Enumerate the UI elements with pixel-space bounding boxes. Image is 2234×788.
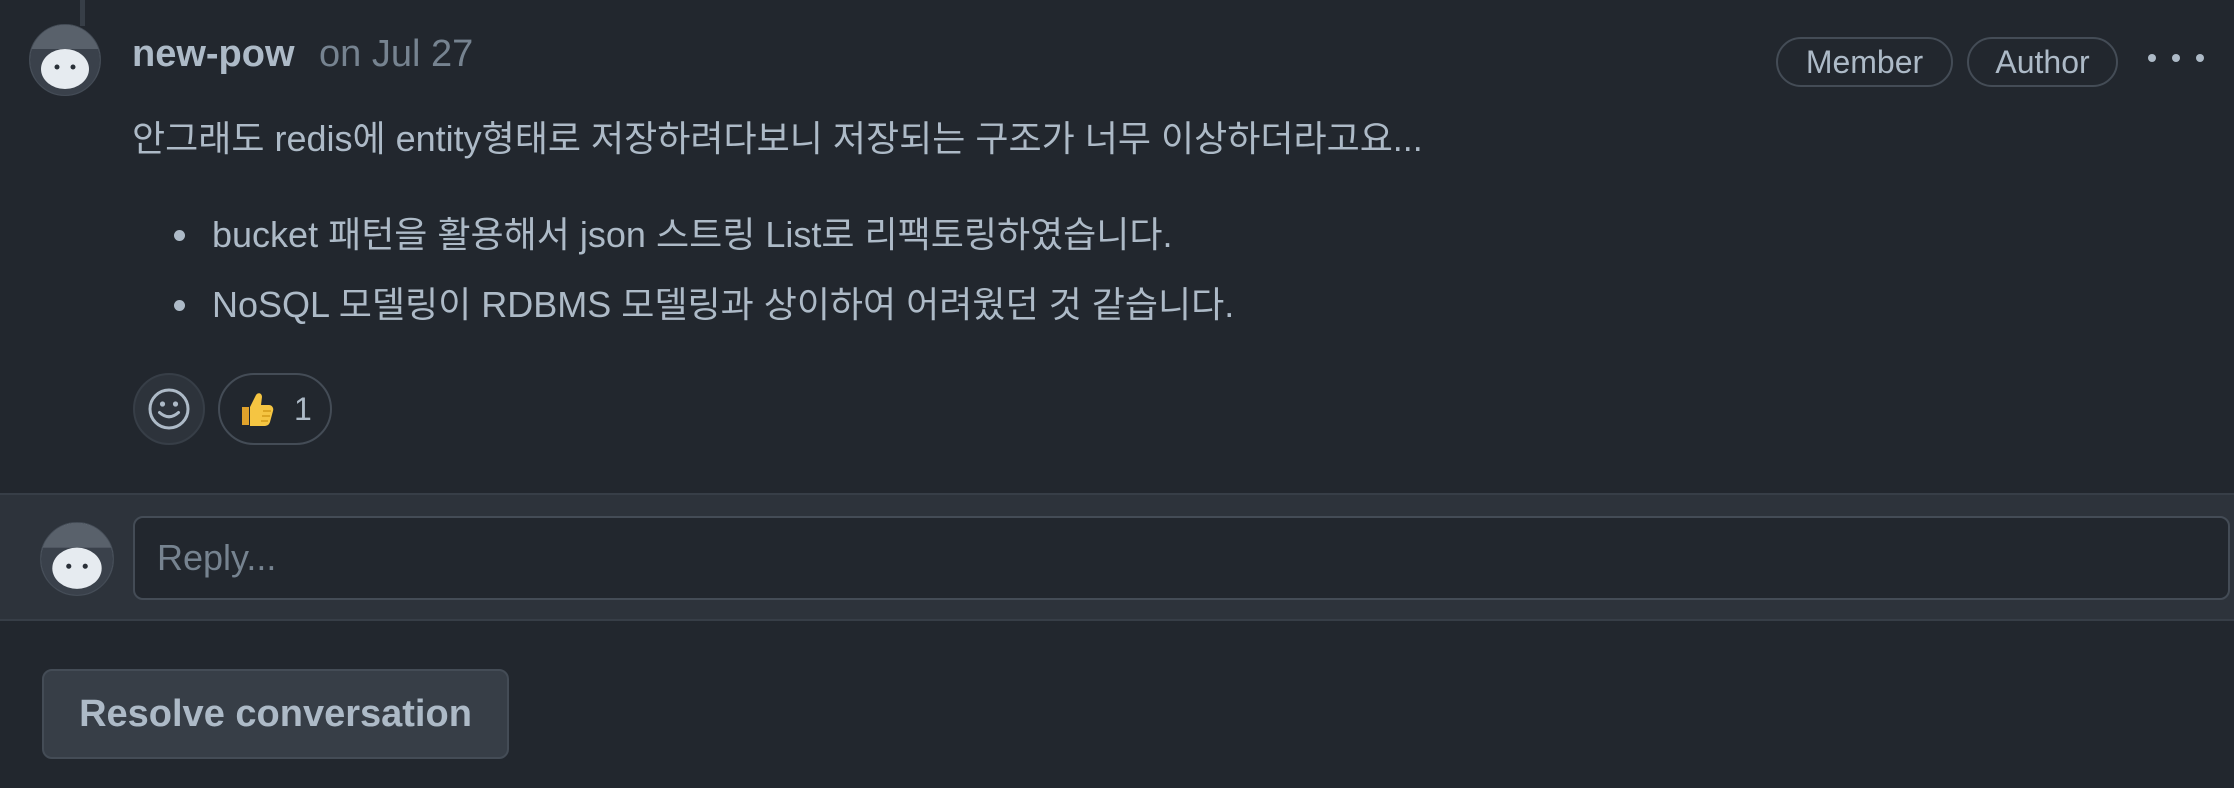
reaction-count: 1 [294,390,312,427]
reply-input[interactable] [133,516,2230,600]
thumbs-up-icon [242,393,274,426]
thumbs-up-reaction-button[interactable]: 1 [218,373,332,445]
author-avatar[interactable] [29,24,101,96]
review-comment-thread: new-pow on Jul 27 Member Author 안그래도 red… [0,0,2234,788]
list-item: bucket 패턴을 활용해서 json 스트링 List로 리팩토링하였습니다… [170,210,1234,280]
comment-bullet-list: bucket 패턴을 활용해서 json 스트링 List로 리팩토링하였습니다… [170,210,1234,350]
thread-line [80,0,85,26]
list-item-text: bucket 패턴을 활용해서 json 스트링 List로 리팩토링하였습니다… [212,214,1173,255]
list-item-text: NoSQL 모델링이 RDBMS 모델링과 상이하여 어려웠던 것 같습니다. [212,284,1235,325]
comment-date[interactable]: on Jul 27 [319,33,473,76]
author-badge: Author [1967,37,2118,87]
current-user-avatar [40,522,114,596]
add-reaction-button[interactable] [133,373,205,445]
member-badge: Member [1776,37,1953,87]
resolve-conversation-button[interactable]: Resolve conversation [42,669,509,759]
list-item: NoSQL 모델링이 RDBMS 모델링과 상이하여 어려웠던 것 같습니다. [170,280,1234,350]
smiley-icon [148,388,190,430]
bullet-dot [174,230,185,241]
bullet-dot [174,300,185,311]
comment-body: 안그래도 redis에 entity형태로 저장하려다보니 저장되는 구조가 너… [132,118,1423,159]
comment-author[interactable]: new-pow [132,33,295,76]
more-options-icon[interactable] [2148,42,2204,74]
